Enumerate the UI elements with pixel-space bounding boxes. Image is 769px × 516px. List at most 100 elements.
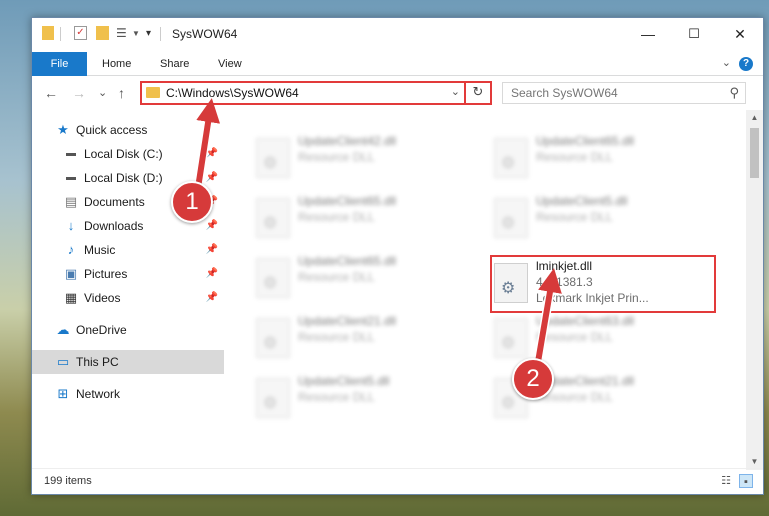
toolbar-divider [60, 27, 61, 41]
navigation-bar: ← → ⌄ ↑ C:\Windows\SysWOW64 ⌄ ↻ ⚲ [32, 76, 763, 110]
sidebar-item-label: Network [76, 387, 121, 401]
drive-icon: ▬ [66, 172, 76, 183]
download-icon: ↓ [67, 218, 75, 233]
file-name: UpdateClient63.dll [536, 314, 635, 328]
documents-icon: ▤ [64, 194, 78, 209]
sidebar-item-pictures[interactable]: ▣ Pictures 📌 [32, 262, 224, 286]
pin-icon[interactable]: 📌 [206, 286, 218, 310]
forward-button[interactable]: → [72, 85, 86, 101]
sidebar-item-onedrive[interactable]: ☁ OneDrive [32, 318, 224, 342]
file-description: Resource DLL [536, 150, 613, 164]
navigation-pane: ★ Quick access ▬ Local Disk (C:) 📌 ▬ Loc… [32, 110, 224, 470]
search-icon[interactable]: ⚲ [729, 85, 739, 101]
expand-ribbon-icon[interactable]: ⌄ [722, 56, 731, 69]
cloud-icon: ☁ [56, 322, 70, 337]
recent-locations-button[interactable]: ⌄ [98, 86, 107, 99]
pin-icon[interactable]: 📌 [206, 142, 218, 166]
sidebar-item-local-disk-c[interactable]: ▬ Local Disk (C:) 📌 [32, 142, 224, 166]
file-item[interactable]: ⚙ UpdateClient21.dll Resource DLL [466, 370, 686, 426]
address-bar[interactable]: C:\Windows\SysWOW64 ⌄ ↻ [140, 81, 492, 105]
gear-icon: ⚙ [263, 155, 278, 172]
file-item[interactable]: ⚙ UpdateClient5.dll Resource DLL [228, 370, 448, 426]
pin-icon[interactable]: 📌 [206, 214, 218, 238]
toolbar-dropdown-icon[interactable]: ▼ [132, 26, 140, 42]
customize-toolbar-icon[interactable]: ☰ [116, 26, 130, 40]
status-bar: 199 items ☷ ▪ [32, 468, 763, 494]
tab-view[interactable]: View [218, 52, 242, 76]
sidebar-item-videos[interactable]: ▦ Videos 📌 [32, 286, 224, 310]
tab-share[interactable]: Share [160, 52, 189, 76]
file-name: UpdateClient65.dll [298, 254, 397, 268]
gear-icon: ⚙ [501, 215, 516, 232]
search-box[interactable]: ⚲ [502, 82, 746, 104]
sidebar-item-music[interactable]: ♪ Music 📌 [32, 238, 224, 262]
up-button[interactable]: ↑ [118, 85, 125, 101]
file-list: ⚙ UpdateClient42.dll Resource DLL ⚙ Upda… [228, 110, 742, 470]
close-button[interactable]: ✕ [717, 18, 763, 50]
computer-icon: ▭ [56, 354, 70, 369]
title-bar: ✓ ☰ ▼ ▾ SysWOW64 — ☐ ✕ [32, 18, 763, 50]
new-folder-icon[interactable] [96, 26, 109, 40]
pin-icon[interactable]: 📌 [206, 262, 218, 286]
dll-file-icon: ⚙ [494, 318, 528, 358]
dll-file-icon: ⚙ [256, 318, 290, 358]
sidebar-item-label: Quick access [76, 123, 148, 137]
pin-icon[interactable]: 📌 [206, 238, 218, 262]
file-item[interactable]: ⚙ UpdateClient42.dll Resource DLL [228, 130, 448, 186]
title-divider [160, 27, 161, 41]
file-item[interactable]: ⚙ UpdateClient65.dll Resource DLL [466, 130, 686, 186]
file-item[interactable]: ⚙ UpdateClient5.dll Resource DLL [466, 190, 686, 246]
vertical-scrollbar[interactable]: ▲ ▼ [746, 110, 763, 470]
gear-icon: ⚙ [263, 335, 278, 352]
music-icon: ♪ [67, 242, 75, 257]
minimize-button[interactable]: — [625, 18, 671, 50]
network-icon: ⊞ [57, 386, 69, 401]
sidebar-item-label: Videos [84, 291, 121, 305]
refresh-button[interactable]: ↻ [464, 81, 490, 105]
sidebar-item-quick-access[interactable]: ★ Quick access [32, 118, 224, 142]
sidebar-item-label: This PC [76, 355, 119, 369]
help-icon[interactable]: ? [739, 57, 753, 71]
gear-icon: ⚙ [263, 275, 278, 292]
dll-file-icon: ⚙ [256, 198, 290, 238]
ribbon-tabs: File Home Share View ⌄ ? [32, 50, 763, 76]
scroll-up-icon[interactable]: ▲ [746, 110, 763, 126]
file-name: UpdateClient65.dll [536, 134, 635, 148]
back-button[interactable]: ← [44, 85, 58, 101]
chevron-down-icon[interactable]: ⌄ [451, 85, 460, 98]
tab-file[interactable]: File [32, 52, 87, 76]
gear-icon: ⚙ [501, 335, 516, 352]
folder-icon [42, 26, 54, 40]
file-item[interactable]: ⚙ UpdateClient21.dll Resource DLL [228, 310, 448, 366]
step-badge-2: 2 [512, 358, 554, 400]
sidebar-item-network[interactable]: ⊞ Network [32, 382, 224, 406]
sidebar-item-label: OneDrive [76, 323, 127, 337]
gear-icon: ⚙ [263, 215, 278, 232]
gear-icon: ⚙ [501, 395, 516, 412]
pin-icon[interactable]: 📌 [206, 166, 218, 190]
search-input[interactable] [511, 86, 711, 100]
sidebar-item-label: Local Disk (C:) [84, 147, 163, 161]
maximize-button[interactable]: ☐ [671, 18, 717, 50]
toolbar-menu-icon[interactable]: ▾ [146, 26, 151, 42]
videos-icon: ▦ [64, 290, 78, 305]
dll-file-icon: ⚙ [256, 258, 290, 298]
item-count: 199 items [44, 475, 92, 487]
details-view-icon[interactable]: ☷ [719, 474, 733, 488]
file-description: Resource DLL [298, 390, 375, 404]
file-description: Resource DLL [536, 330, 613, 344]
sidebar-item-label: Documents [84, 195, 145, 209]
file-description: Resource DLL [298, 330, 375, 344]
gear-icon: ⚙ [501, 155, 516, 172]
sidebar-item-this-pc[interactable]: ▭ This PC [32, 350, 224, 374]
file-item[interactable]: ⚙ UpdateClient65.dll Resource DLL [228, 250, 448, 306]
file-item[interactable]: ⚙ UpdateClient63.dll Resource DLL [466, 310, 686, 366]
properties-icon[interactable]: ✓ [74, 26, 87, 40]
scroll-thumb[interactable] [750, 128, 759, 178]
file-item[interactable]: ⚙ UpdateClient65.dll Resource DLL [228, 190, 448, 246]
dll-file-icon: ⚙ [256, 378, 290, 418]
tab-home[interactable]: Home [102, 52, 131, 76]
large-icons-view-icon[interactable]: ▪ [739, 474, 753, 488]
file-name: UpdateClient21.dll [298, 314, 397, 328]
address-path: C:\Windows\SysWOW64 [166, 86, 299, 100]
